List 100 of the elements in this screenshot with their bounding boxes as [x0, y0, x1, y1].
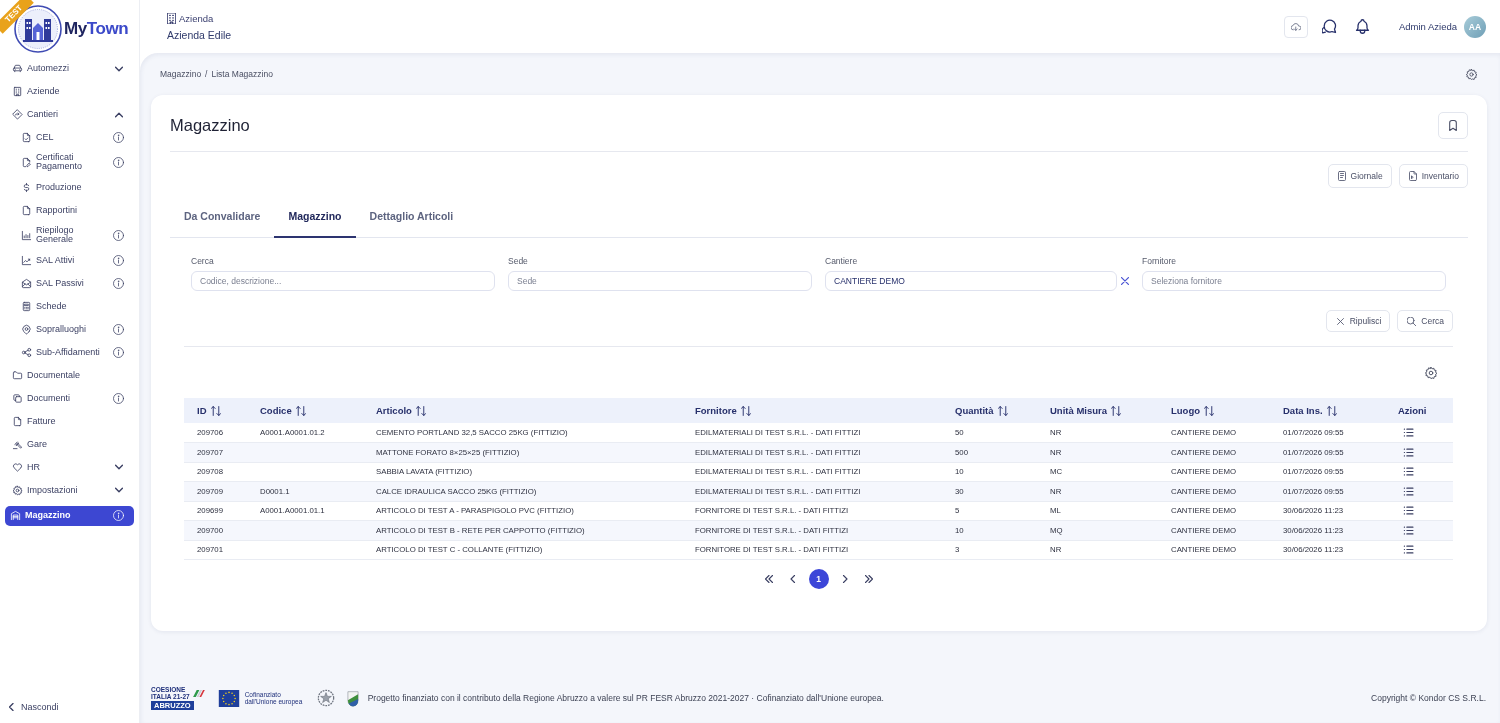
list-icon[interactable]	[1403, 467, 1414, 477]
chat-icon[interactable]	[1321, 19, 1337, 34]
sidebar-item[interactable]: Cantieri	[5, 103, 134, 126]
sort-icon[interactable]	[295, 405, 306, 416]
list-icon[interactable]	[1403, 545, 1414, 555]
input-field[interactable]: Codice, descrizione...	[191, 271, 495, 291]
settings-icon[interactable]	[1425, 367, 1437, 379]
signpost-icon	[12, 109, 23, 120]
column-header[interactable]: Fornitore	[682, 398, 942, 423]
column-header[interactable]: Luogo	[1158, 398, 1270, 423]
close-icon	[1335, 316, 1345, 326]
field-label: Cantiere	[825, 255, 859, 267]
calculator-icon	[21, 300, 32, 312]
info-icon[interactable]	[113, 346, 124, 358]
info-icon[interactable]	[113, 277, 124, 289]
column-header[interactable]: ID	[184, 398, 247, 423]
sidebar-item[interactable]: Aziende	[5, 80, 134, 103]
sort-icon[interactable]	[210, 405, 221, 416]
sidebar-item[interactable]: Gare	[5, 432, 134, 456]
input-field[interactable]: CANTIERE DEMO	[825, 271, 1117, 291]
hide-sidebar-button[interactable]: Nascondi	[0, 697, 139, 717]
sidebar-item[interactable]: Produzione	[5, 175, 134, 199]
sidebar-item[interactable]: Riepilogo Generale	[5, 221, 134, 249]
warehouse-icon	[10, 510, 21, 522]
page-title: Magazzino	[170, 116, 250, 135]
tab[interactable]: Da Convalidare	[170, 200, 275, 238]
search-button[interactable]: Cerca	[1397, 310, 1453, 332]
input-field[interactable]: Sede	[508, 271, 812, 291]
chevron-left-icon[interactable]	[788, 575, 797, 583]
sort-icon[interactable]	[1326, 405, 1337, 416]
file-check-icon	[21, 132, 32, 143]
ribbon-logo-icon	[191, 688, 205, 698]
list-icon[interactable]	[1403, 506, 1414, 516]
sidebar-item[interactable]: CEL	[5, 126, 134, 149]
sort-icon[interactable]	[997, 405, 1008, 416]
settings-icon	[12, 484, 23, 496]
clear-button[interactable]: Ripulisci	[1325, 310, 1391, 332]
building-icon	[12, 86, 23, 97]
sort-icon[interactable]	[740, 405, 751, 416]
sort-icon[interactable]	[1111, 405, 1121, 416]
page-button[interactable]: 1	[808, 569, 829, 589]
journal-button[interactable]: Giornale	[1327, 164, 1392, 188]
sidebar-item[interactable]: Certificati Pagamento	[5, 149, 134, 176]
bookmark-button[interactable]	[1438, 112, 1468, 139]
car-icon	[12, 63, 23, 74]
share-icon	[21, 346, 32, 358]
input-field[interactable]: Seleziona fornitore	[1142, 271, 1446, 291]
sidebar-item[interactable]: Fatture	[5, 409, 134, 433]
star-emblem-icon	[316, 689, 335, 707]
sidebar-item[interactable]: SAL Passivi	[5, 271, 134, 295]
breadcrumb-link[interactable]: Lista Magazzino	[211, 69, 273, 79]
breadcrumb-link[interactable]: Magazzino	[160, 69, 202, 79]
list-icon[interactable]	[1403, 428, 1414, 437]
bell-icon[interactable]	[1354, 19, 1370, 34]
settings-icon[interactable]	[1466, 68, 1477, 80]
column-header[interactable]: Articolo	[363, 398, 682, 423]
company-label: Azienda	[179, 12, 214, 24]
sidebar-item[interactable]: Documenti	[5, 386, 134, 410]
info-icon[interactable]	[113, 323, 124, 335]
double-chevron-right-icon[interactable]	[864, 575, 873, 583]
info-icon[interactable]	[113, 132, 124, 143]
sidebar-item[interactable]: Automezzi	[5, 57, 134, 80]
info-icon[interactable]	[113, 229, 124, 241]
column-header[interactable]: Codice	[247, 398, 363, 423]
info-icon[interactable]	[113, 392, 124, 404]
column-header[interactable]: Unità Misura	[1037, 398, 1158, 423]
cloud-download-icon	[1290, 22, 1301, 31]
field-label: Fornitore	[1142, 255, 1177, 267]
info-icon[interactable]	[113, 156, 124, 168]
double-chevron-left-icon[interactable]	[764, 575, 773, 583]
sidebar-item[interactable]: Sub-Affidamenti	[5, 340, 134, 364]
field-label: Sede	[508, 255, 529, 267]
sidebar-item[interactable]: Documentale	[5, 363, 134, 387]
sidebar-item[interactable]: Rapportini	[5, 198, 134, 222]
list-icon[interactable]	[1403, 447, 1414, 457]
chevron-right-icon[interactable]	[840, 575, 849, 583]
column-header[interactable]: Data Ins.	[1270, 398, 1385, 423]
clear-icon[interactable]	[1121, 277, 1129, 285]
info-icon[interactable]	[113, 254, 124, 266]
sidebar-item[interactable]: Impostazioni	[5, 478, 134, 502]
inventory-button[interactable]: Inventario	[1398, 164, 1468, 188]
file-icon	[12, 415, 23, 427]
copy-icon	[12, 392, 23, 404]
sidebar-item[interactable]: Sopralluoghi	[5, 317, 134, 341]
user-name: Admin Azieda	[1398, 21, 1457, 32]
sidebar-item[interactable]: SAL Attivi	[5, 248, 134, 272]
sort-icon[interactable]	[415, 405, 426, 416]
copyright-text: Copyright © Kondor CS S.R.L.	[1371, 693, 1486, 703]
column-header[interactable]: Quantità	[942, 398, 1037, 423]
sort-icon[interactable]	[1204, 405, 1214, 416]
sidebar-item[interactable]: Schede	[5, 294, 134, 318]
journal-icon	[1337, 171, 1346, 181]
list-icon[interactable]	[1403, 486, 1414, 496]
gavel-icon	[12, 438, 23, 450]
chevron-left-icon	[9, 703, 14, 711]
sidebar-item[interactable]: HR	[5, 455, 134, 479]
sidebar-item[interactable]: Magazzino	[5, 505, 134, 526]
list-icon[interactable]	[1403, 525, 1414, 535]
tab[interactable]: Dettaglio Articoli	[355, 200, 468, 238]
tab[interactable]: Magazzino	[274, 200, 356, 238]
